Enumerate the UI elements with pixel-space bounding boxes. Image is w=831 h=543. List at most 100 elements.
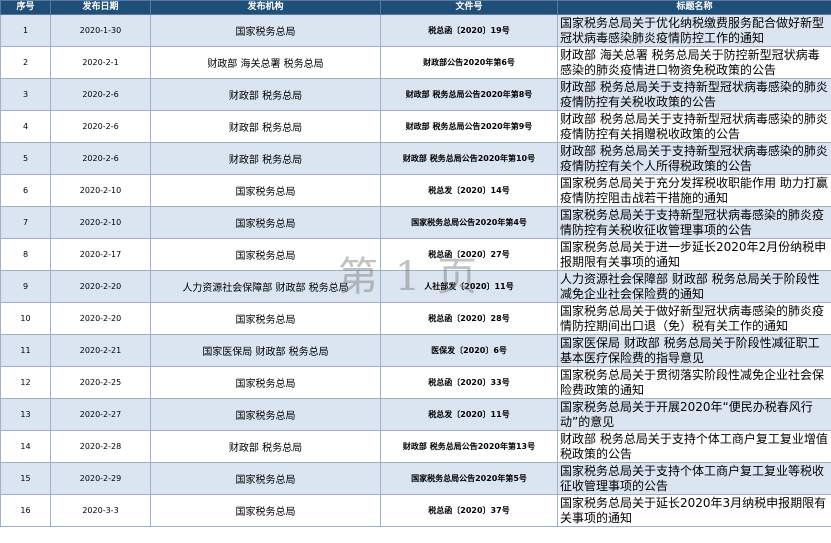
document-title: 财政部 税务总局关于支持新型冠状病毒感染的肺炎疫情防控有关个人所得税政策的公告 [557,142,831,175]
document-title: 国家税务总局关于做好新型冠状病毒感染的肺炎疫情防控期间出口退（免）税有关工作的通… [557,302,831,335]
document-number: 税总发〔2020〕14号 [380,174,558,207]
publish-date: 2020-2-10 [50,206,151,239]
header-date: 发布日期 [50,0,151,15]
row-number: 4 [0,110,51,143]
document-title: 财政部 税务总局关于支持新型冠状病毒感染的肺炎疫情防控有关税收政策的公告 [557,78,831,111]
row-number: 10 [0,302,51,335]
table-row: 3 2020-2-6 财政部 税务总局 财政部 税务总局公告2020年第8号 财政部 税… [0,78,831,111]
row-number: 11 [0,334,51,367]
document-title: 国家税务总局关于开展2020年“便民办税春风行动”的意见 [557,398,831,431]
publish-agency: 国家税务总局 [150,398,381,431]
document-title: 国家税务总局关于优化纳税缴费服务配合做好新型冠状病毒感染肺炎疫情防控工作的通知 [557,14,831,47]
row-number: 6 [0,174,51,207]
publish-date: 2020-2-27 [50,398,151,431]
publish-agency: 国家医保局 财政部 税务总局 [150,334,381,367]
table-row: 2 2020-2-1 财政部 海关总署 税务总局 财政部公告2020年第6号 财政部 海… [0,46,831,79]
publish-date: 2020-2-21 [50,334,151,367]
document-number: 税总函〔2020〕19号 [380,14,558,47]
document-number: 税总函〔2020〕28号 [380,302,558,335]
row-number: 9 [0,270,51,303]
row-number: 8 [0,238,51,271]
row-number: 3 [0,78,51,111]
row-number: 13 [0,398,51,431]
document-title: 财政部 税务总局关于支持新型冠状病毒感染的肺炎疫情防控有关捐赠税收政策的公告 [557,110,831,143]
document-title: 国家税务总局关于延长2020年3月纳税申报期限有关事项的通知 [557,494,831,527]
publish-date: 2020-2-25 [50,366,151,399]
document-title: 国家税务总局关于贯彻落实阶段性减免企业社会保险费政策的通知 [557,366,831,399]
document-number: 财政部 税务总局公告2020年第13号 [380,430,558,463]
publish-date: 2020-1-30 [50,14,151,47]
publish-agency: 财政部 税务总局 [150,78,381,111]
document-title: 国家税务总局关于进一步延长2020年2月份纳税申报期限有关事项的通知 [557,238,831,271]
table-row: 8 2020-2-17 国家税务总局 税总函〔2020〕27号 国家税务总局关于进一步延… [0,238,831,271]
table-row: 9 2020-2-20 人力资源社会保障部 财政部 税务总局 人社部发〔2020〕11… [0,270,831,303]
publish-agency: 国家税务总局 [150,302,381,335]
document-title: 国家税务总局关于充分发挥税收职能作用 助力打赢疫情防控阻击战若干措施的通知 [557,174,831,207]
document-title: 人力资源社会保障部 财政部 税务总局关于阶段性减免企业社会保险费的通知 [557,270,831,303]
publish-agency: 人力资源社会保障部 财政部 税务总局 [150,270,381,303]
table-row: 14 2020-2-28 财政部 税务总局 财政部 税务总局公告2020年第13号 财政… [0,430,831,463]
policy-table: 序号 发布日期 发布机构 文件号 标题名称 1 2020-1-30 国家税务总局 税总… [0,0,831,527]
publish-date: 2020-2-6 [50,110,151,143]
row-number: 1 [0,14,51,47]
publish-agency: 国家税务总局 [150,174,381,207]
document-title: 国家医保局 财政部 税务总局关于阶段性减征职工基本医疗保险费的指导意见 [557,334,831,367]
document-number: 医保发〔2020〕6号 [380,334,558,367]
header-row: 序号 发布日期 发布机构 文件号 标题名称 [0,0,831,15]
publish-agency: 国家税务总局 [150,366,381,399]
publish-agency: 国家税务总局 [150,462,381,495]
table-row: 6 2020-2-10 国家税务总局 税总发〔2020〕14号 国家税务总局关于充分发挥… [0,174,831,207]
publish-agency: 国家税务总局 [150,238,381,271]
table-row: 10 2020-2-20 国家税务总局 税总函〔2020〕28号 国家税务总局关于做好新… [0,302,831,335]
publish-date: 2020-3-3 [50,494,151,527]
publish-date: 2020-2-29 [50,462,151,495]
row-number: 15 [0,462,51,495]
document-number: 税总函〔2020〕33号 [380,366,558,399]
publish-date: 2020-2-20 [50,270,151,303]
document-number: 财政部 税务总局公告2020年第10号 [380,142,558,175]
document-title: 财政部 税务总局关于支持个体工商户复工复业增值税政策的公告 [557,430,831,463]
header-agency: 发布机构 [150,0,381,15]
publish-agency: 财政部 税务总局 [150,142,381,175]
header-no: 序号 [0,0,51,15]
document-number: 国家税务总局公告2020年第5号 [380,462,558,495]
document-number: 财政部 税务总局公告2020年第8号 [380,78,558,111]
row-number: 12 [0,366,51,399]
publish-date: 2020-2-6 [50,142,151,175]
document-number: 财政部公告2020年第6号 [380,46,558,79]
publish-date: 2020-2-28 [50,430,151,463]
publish-agency: 国家税务总局 [150,206,381,239]
publish-date: 2020-2-1 [50,46,151,79]
publish-agency: 财政部 海关总署 税务总局 [150,46,381,79]
header-title: 标题名称 [557,0,831,15]
document-number: 国家税务总局公告2020年第4号 [380,206,558,239]
publish-date: 2020-2-10 [50,174,151,207]
header-doc: 文件号 [380,0,558,15]
table-row: 12 2020-2-25 国家税务总局 税总函〔2020〕33号 国家税务总局关于贯彻落… [0,366,831,399]
publish-date: 2020-2-6 [50,78,151,111]
table-row: 11 2020-2-21 国家医保局 财政部 税务总局 医保发〔2020〕6号 国家医保… [0,334,831,367]
table-row: 1 2020-1-30 国家税务总局 税总函〔2020〕19号 国家税务总局关于优化纳税… [0,14,831,47]
row-number: 14 [0,430,51,463]
publish-agency: 国家税务总局 [150,494,381,527]
table-row: 7 2020-2-10 国家税务总局 国家税务总局公告2020年第4号 国家税务总局关于… [0,206,831,239]
table-row: 5 2020-2-6 财政部 税务总局 财政部 税务总局公告2020年第10号 财政部 … [0,142,831,175]
document-title: 国家税务总局关于支持新型冠状病毒感染的肺炎疫情防控有关税收征收管理事项的公告 [557,206,831,239]
row-number: 7 [0,206,51,239]
table-row: 16 2020-3-3 国家税务总局 税总函〔2020〕37号 国家税务总局关于延长20… [0,494,831,527]
document-number: 财政部 税务总局公告2020年第9号 [380,110,558,143]
row-number: 16 [0,494,51,527]
publish-agency: 财政部 税务总局 [150,110,381,143]
table-row: 15 2020-2-29 国家税务总局 国家税务总局公告2020年第5号 国家税务总局关… [0,462,831,495]
document-title: 财政部 海关总署 税务总局关于防控新型冠状病毒感染的肺炎疫情进口物资免税政策的公… [557,46,831,79]
document-title: 国家税务总局关于支持个体工商户复工复业等税收征收管理事项的公告 [557,462,831,495]
publish-date: 2020-2-20 [50,302,151,335]
table-row: 13 2020-2-27 国家税务总局 税总发〔2020〕11号 国家税务总局关于开展2… [0,398,831,431]
document-number: 税总函〔2020〕27号 [380,238,558,271]
document-number: 税总发〔2020〕11号 [380,398,558,431]
document-number: 税总函〔2020〕37号 [380,494,558,527]
publish-date: 2020-2-17 [50,238,151,271]
row-number: 5 [0,142,51,175]
publish-agency: 国家税务总局 [150,14,381,47]
document-number: 人社部发〔2020〕11号 [380,270,558,303]
